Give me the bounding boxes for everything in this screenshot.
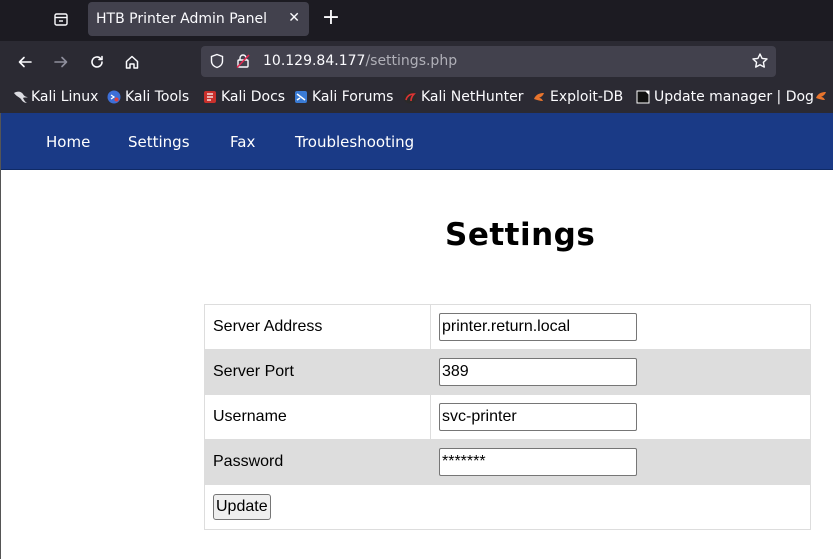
password-label: Password	[204, 439, 431, 485]
kali-docs-icon	[203, 90, 217, 104]
table-row: Username	[204, 394, 811, 440]
server-address-label: Server Address	[204, 304, 431, 350]
update-manager-icon	[636, 90, 650, 104]
server-port-input[interactable]	[439, 358, 637, 386]
insecure-lock-icon[interactable]	[235, 53, 251, 73]
update-button[interactable]: Update	[213, 494, 271, 520]
table-row: Password	[204, 439, 811, 485]
server-port-cell	[430, 349, 811, 395]
url-bar[interactable]: 10.129.84.177/settings.php	[201, 46, 776, 77]
tab-overview-icon[interactable]	[48, 6, 74, 32]
home-icon[interactable]	[120, 50, 144, 74]
username-label: Username	[204, 394, 431, 440]
forward-arrow-icon[interactable]	[49, 50, 73, 74]
kali-nethunter-icon	[403, 90, 417, 104]
site-navigation: Home Settings Fax Troubleshooting	[1, 113, 833, 170]
settings-form-table: Server Address Server Port Username Pass…	[204, 304, 811, 530]
server-port-label: Server Port	[204, 349, 431, 395]
tab-title: HTB Printer Admin Panel	[96, 11, 267, 27]
bookmarks-toolbar: Kali Linux Kali Tools Kali Docs Kali For…	[0, 83, 833, 113]
bookmark-label: Kali Tools	[125, 89, 190, 105]
shield-icon[interactable]	[209, 53, 225, 73]
url-path: /settings.php	[365, 53, 458, 69]
nav-link-fax[interactable]: Fax	[230, 133, 255, 151]
page-title: Settings	[445, 217, 596, 253]
reload-icon[interactable]	[85, 50, 109, 74]
browser-tab-active[interactable]: HTB Printer Admin Panel ✕	[88, 2, 309, 36]
bookmark-label: Kali Docs	[221, 89, 286, 105]
kali-tools-icon	[107, 90, 121, 104]
bookmark-label: Update manager | Dog	[654, 89, 814, 105]
page-content: Home Settings Fax Troubleshooting Settin…	[0, 113, 833, 559]
url-text[interactable]: 10.129.84.177/settings.php	[263, 53, 457, 69]
nav-link-home[interactable]: Home	[46, 133, 90, 151]
nav-link-settings[interactable]: Settings	[128, 133, 190, 151]
bookmark-label: Exploit-DB	[550, 89, 624, 105]
kali-forums-icon	[294, 90, 308, 104]
table-row: Server Port	[204, 349, 811, 395]
back-arrow-icon[interactable]	[13, 50, 37, 74]
password-cell	[430, 439, 811, 485]
server-address-input[interactable]	[439, 313, 637, 341]
exploit-db-icon	[532, 90, 546, 104]
nav-link-troubleshooting[interactable]: Troubleshooting	[295, 133, 414, 151]
bookmark-kali-forums[interactable]: Kali Forums	[294, 89, 393, 105]
server-address-cell	[430, 304, 811, 350]
password-input[interactable]	[439, 448, 637, 476]
exploit-db-icon	[814, 89, 828, 103]
bookmark-kali-linux[interactable]: Kali Linux	[13, 89, 98, 105]
username-cell	[430, 394, 811, 440]
url-host: 10.129.84.177	[263, 53, 366, 69]
new-tab-button[interactable]: +	[320, 6, 342, 30]
browser-tab-bar: HTB Printer Admin Panel ✕ +	[0, 0, 833, 41]
username-input[interactable]	[439, 403, 637, 431]
bookmark-label: Kali NetHunter	[421, 89, 524, 105]
bookmark-kali-docs[interactable]: Kali Docs	[203, 89, 285, 105]
bookmark-star-icon[interactable]	[751, 52, 769, 74]
browser-nav-bar: 10.129.84.177/settings.php	[0, 41, 833, 83]
table-row: Update	[204, 484, 811, 530]
bookmark-label: Kali Forums	[312, 89, 394, 105]
bookmark-kali-nethunter[interactable]: Kali NetHunter	[403, 89, 523, 105]
tab-close-icon[interactable]: ✕	[288, 10, 300, 26]
table-row: Server Address	[204, 304, 811, 350]
bookmark-kali-tools[interactable]: Kali Tools	[107, 89, 189, 105]
bookmark-update-manager[interactable]: Update manager | Dog	[636, 89, 814, 105]
update-cell: Update	[204, 484, 811, 530]
kali-dragon-icon	[13, 90, 28, 104]
bookmark-label: Kali Linux	[31, 89, 99, 105]
bookmark-overflow[interactable]	[814, 89, 828, 103]
bookmark-exploit-db[interactable]: Exploit-DB	[532, 89, 623, 105]
